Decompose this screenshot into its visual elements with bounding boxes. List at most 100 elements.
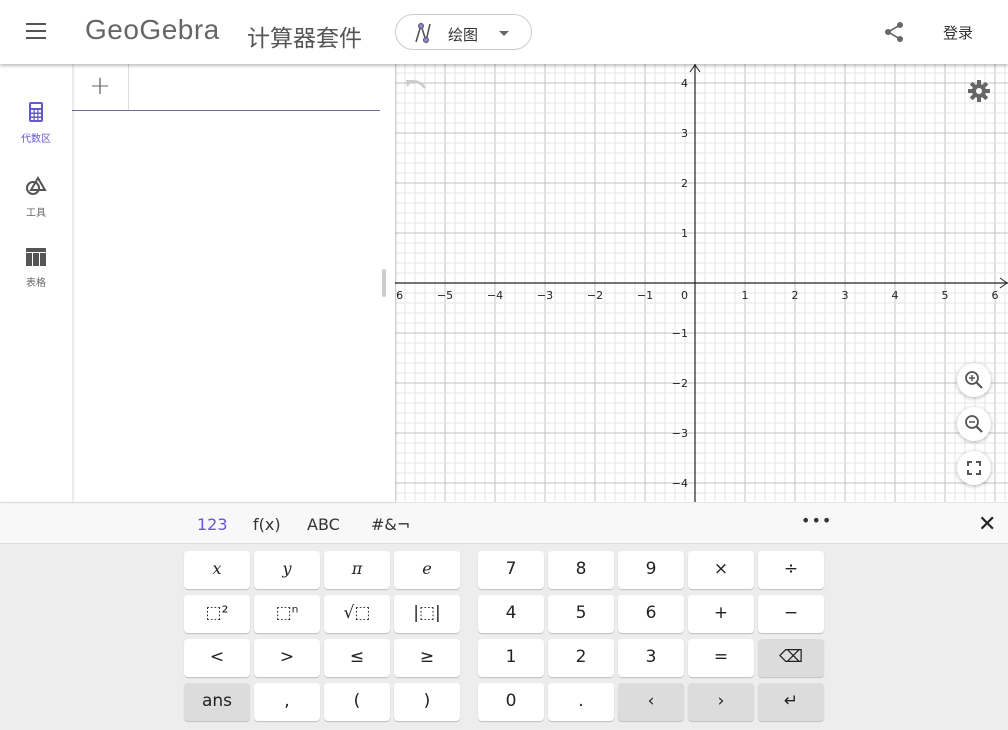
- sidebar: 代数区 工具 表格: [0, 64, 72, 502]
- tab-functions[interactable]: f(x): [253, 515, 281, 534]
- calculator-icon: [29, 102, 43, 122]
- keyboard-key[interactable]: >: [254, 639, 320, 677]
- input-underline: [72, 110, 380, 111]
- share-icon[interactable]: [884, 21, 904, 43]
- x-tick-label: 3: [842, 289, 849, 302]
- sidebar-item-table[interactable]: 表格: [0, 248, 72, 289]
- sidebar-item-tools[interactable]: 工具: [0, 176, 72, 219]
- fullscreen-button[interactable]: [957, 451, 991, 485]
- algebra-panel: +: [72, 64, 395, 502]
- geogebra-logo: GeoGebra: [85, 14, 220, 45]
- right-arrow-key[interactable]: ›: [688, 683, 754, 721]
- app-title: 计算器套件: [247, 26, 362, 52]
- keyboard-key[interactable]: ): [394, 683, 460, 721]
- tools-icon: [26, 176, 47, 195]
- settings-icon[interactable]: [968, 80, 990, 102]
- keyboard-tabs-bar: 123 f(x) ABC #&¬ ••• ✕: [0, 502, 1008, 544]
- app-selector[interactable]: 绘图: [395, 14, 532, 50]
- algebra-input[interactable]: [129, 64, 380, 111]
- fullscreen-icon: [967, 461, 981, 475]
- keyboard-key[interactable]: .: [548, 683, 614, 721]
- keyboard-key[interactable]: 1: [478, 639, 544, 677]
- zoom-in-button[interactable]: [957, 363, 991, 397]
- keyboard-key[interactable]: ≤: [324, 639, 390, 677]
- close-keyboard-icon[interactable]: ✕: [978, 512, 996, 537]
- keyboard-key[interactable]: 9: [618, 551, 684, 589]
- x-tick-label: −3: [537, 289, 553, 302]
- chevron-down-icon: [499, 31, 509, 36]
- sidebar-item-label: 表格: [26, 278, 46, 289]
- login-button[interactable]: 登录: [943, 22, 973, 43]
- keyboard-key[interactable]: 2: [548, 639, 614, 677]
- graph-canvas[interactable]: −6 −5 −4 −3 −2 −1 1 2 3 4 5 6 −4 −3 −2 −1 1 2 3 4 0: [395, 64, 1008, 502]
- backspace-key[interactable]: ⌫: [758, 639, 824, 677]
- zoom-out-button[interactable]: [957, 407, 991, 441]
- keyboard-key[interactable]: ,: [254, 683, 320, 721]
- graphing-icon: [415, 22, 431, 44]
- tab-symbols[interactable]: #&¬: [371, 515, 410, 534]
- keyboard-key[interactable]: 8: [548, 551, 614, 589]
- keyboard-key[interactable]: y: [254, 551, 320, 589]
- keyboard-key[interactable]: ≥: [394, 639, 460, 677]
- keyboard-key[interactable]: ÷: [758, 551, 824, 589]
- keyboard-key[interactable]: x: [184, 551, 250, 589]
- x-tick-label: 6: [992, 289, 999, 302]
- x-tick-label: 4: [892, 289, 899, 302]
- y-tick-label: −2: [672, 377, 688, 390]
- keyboard-key[interactable]: +: [688, 595, 754, 633]
- keyboard-key[interactable]: ⬚²: [184, 595, 250, 633]
- x-tick-label: 5: [942, 289, 949, 302]
- zoom-in-icon: [965, 371, 983, 389]
- keyboard-key[interactable]: π: [324, 551, 390, 589]
- virtual-keyboard: x y π e ⬚² ⬚ⁿ √⬚ |⬚| < > ≤ ≥ ans,() 7 8 9 × ÷ 4 5 6 + − 1 2 3 = ⌫ 0.…: [0, 544, 1008, 730]
- keyboard-key[interactable]: 6: [618, 595, 684, 633]
- x-tick-label: −4: [487, 289, 503, 302]
- ans-key[interactable]: ans: [184, 683, 250, 721]
- y-tick-label: 1: [681, 227, 688, 240]
- y-tick-label: −4: [672, 477, 688, 490]
- keyboard-key[interactable]: −: [758, 595, 824, 633]
- menu-icon[interactable]: [26, 23, 46, 39]
- x-tick-label: 1: [742, 289, 749, 302]
- x-tick-label: −2: [587, 289, 603, 302]
- y-tick-label: 3: [681, 127, 688, 140]
- y-tick-label: −1: [672, 327, 688, 340]
- panel-resize-handle[interactable]: [382, 269, 386, 297]
- keyboard-key[interactable]: 7: [478, 551, 544, 589]
- tab-123[interactable]: 123: [197, 515, 228, 534]
- tab-abc[interactable]: ABC: [307, 515, 340, 534]
- graphics-view[interactable]: −6 −5 −4 −3 −2 −1 1 2 3 4 5 6 −4 −3 −2 −1 1 2 3 4 0: [395, 64, 1008, 502]
- keyboard-key[interactable]: ×: [688, 551, 754, 589]
- x-tick-label: 2: [792, 289, 799, 302]
- y-tick-label: −3: [672, 427, 688, 440]
- app-selector-label: 绘图: [448, 26, 479, 44]
- y-tick-label: 4: [681, 77, 688, 90]
- table-icon: [26, 248, 46, 266]
- keyboard-key[interactable]: <: [184, 639, 250, 677]
- keyboard-key[interactable]: ⬚ⁿ: [254, 595, 320, 633]
- origin-label: 0: [681, 289, 688, 302]
- add-item-button[interactable]: +: [72, 64, 129, 110]
- y-tick-label: 2: [681, 177, 688, 190]
- x-tick-label: −1: [637, 289, 653, 302]
- keyboard-key[interactable]: √⬚: [324, 595, 390, 633]
- keyboard-key[interactable]: 4: [478, 595, 544, 633]
- sidebar-item-label: 代数区: [21, 134, 51, 145]
- enter-key[interactable]: ↵: [758, 683, 824, 721]
- sidebar-item-label: 工具: [26, 208, 46, 219]
- keyboard-key[interactable]: 0: [478, 683, 544, 721]
- zoom-out-icon: [965, 415, 983, 433]
- more-icon[interactable]: •••: [801, 511, 832, 530]
- keyboard-key[interactable]: 3: [618, 639, 684, 677]
- left-arrow-key[interactable]: ‹: [618, 683, 684, 721]
- sidebar-item-algebra[interactable]: 代数区: [0, 102, 72, 145]
- keyboard-key[interactable]: (: [324, 683, 390, 721]
- header: GeoGebra 计算器套件 绘图 登录: [0, 0, 1008, 64]
- keyboard-key[interactable]: |⬚|: [394, 595, 460, 633]
- x-tick-label: −5: [437, 289, 453, 302]
- keyboard-key[interactable]: e: [394, 551, 460, 589]
- undo-icon[interactable]: [405, 78, 427, 92]
- keyboard-key[interactable]: 5: [548, 595, 614, 633]
- keyboard-key[interactable]: =: [688, 639, 754, 677]
- x-tick-label: −6: [395, 289, 403, 302]
